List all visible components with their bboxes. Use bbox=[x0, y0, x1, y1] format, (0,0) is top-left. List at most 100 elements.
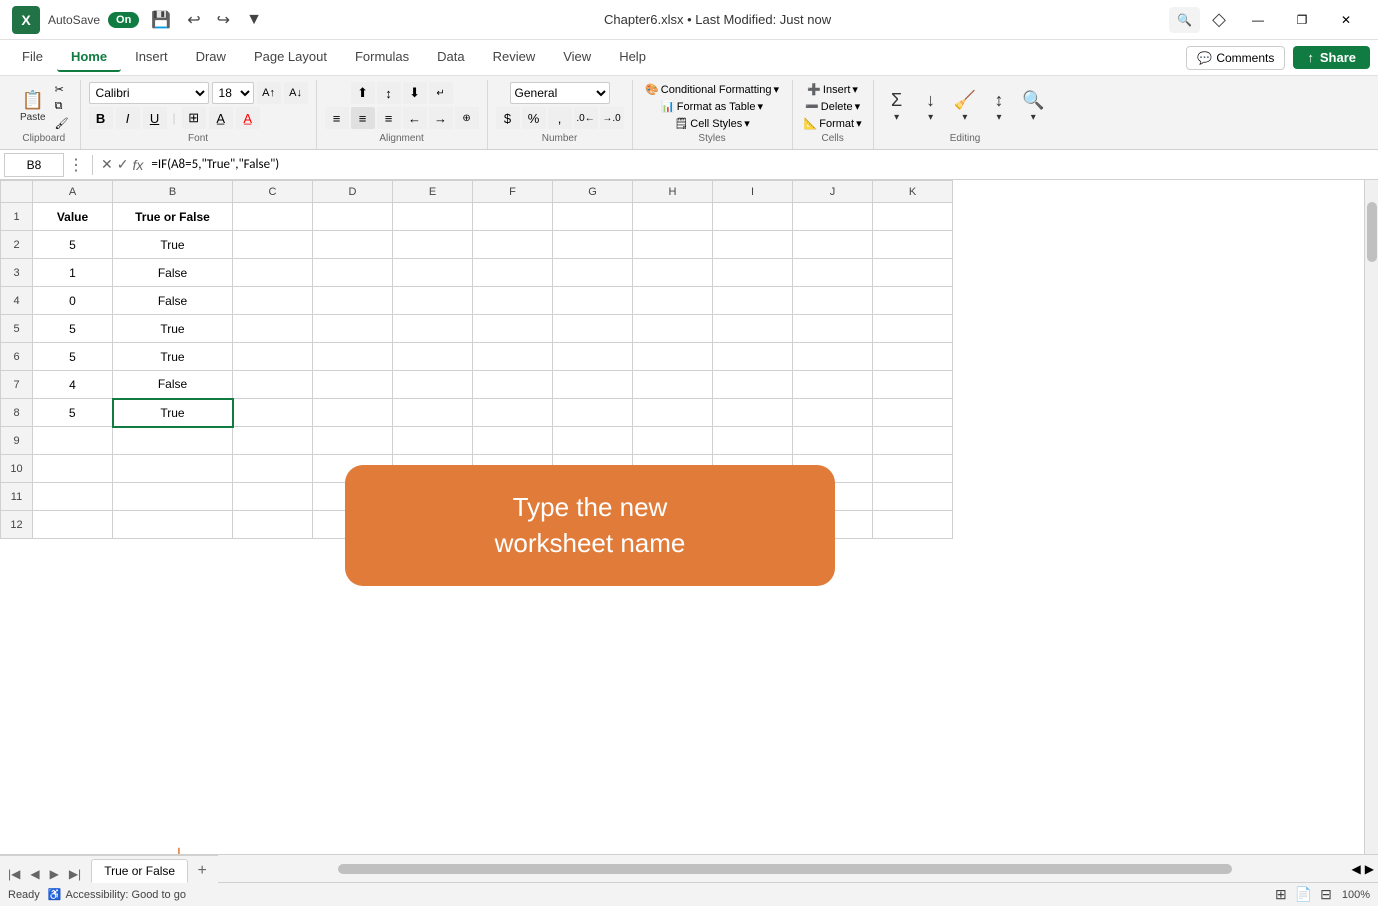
cell-K9[interactable] bbox=[873, 427, 953, 455]
italic-button[interactable]: I bbox=[116, 107, 140, 129]
insert-button[interactable]: ➕ Insert ▾ bbox=[804, 82, 861, 97]
cell-B10[interactable] bbox=[113, 455, 233, 483]
cell-D9[interactable] bbox=[313, 427, 393, 455]
fill-color-button[interactable]: A̲ bbox=[209, 107, 233, 129]
cell-C4[interactable] bbox=[233, 287, 313, 315]
accessibility-indicator[interactable]: ♿ Accessibility: Good to go bbox=[48, 888, 186, 901]
cell-A1[interactable]: Value bbox=[33, 203, 113, 231]
formula-input[interactable] bbox=[147, 153, 1374, 177]
cell-E9[interactable] bbox=[393, 427, 473, 455]
merge-button[interactable]: ⊕ bbox=[455, 107, 479, 129]
cell-K2[interactable] bbox=[873, 231, 953, 259]
share-button[interactable]: ↑ Share bbox=[1293, 46, 1370, 69]
cell-J2[interactable] bbox=[793, 231, 873, 259]
cell-B11[interactable] bbox=[113, 483, 233, 511]
row-header-3[interactable]: 3 bbox=[1, 259, 33, 287]
menu-tab-draw[interactable]: Draw bbox=[182, 43, 240, 72]
cell-G7[interactable] bbox=[553, 371, 633, 399]
cell-H5[interactable] bbox=[633, 315, 713, 343]
number-format-select[interactable]: General bbox=[510, 82, 610, 104]
sheet-next-button[interactable]: ▶ bbox=[46, 865, 63, 883]
cell-A2[interactable]: 5 bbox=[33, 231, 113, 259]
cell-F8[interactable] bbox=[473, 399, 553, 427]
cell-D6[interactable] bbox=[313, 343, 393, 371]
horizontal-scroll-area[interactable] bbox=[218, 864, 1351, 874]
menu-tab-page-layout[interactable]: Page Layout bbox=[240, 43, 341, 72]
decrease-decimal-button[interactable]: .0← bbox=[574, 107, 598, 129]
cell-J6[interactable] bbox=[793, 343, 873, 371]
cell-G3[interactable] bbox=[553, 259, 633, 287]
cell-K5[interactable] bbox=[873, 315, 953, 343]
find-select-button[interactable]: 🔍 ▾ bbox=[1018, 88, 1048, 125]
cell-H6[interactable] bbox=[633, 343, 713, 371]
align-bottom-button[interactable]: ⬇ bbox=[403, 82, 427, 104]
sort-filter-button[interactable]: ↕ ▾ bbox=[984, 88, 1014, 125]
cell-J8[interactable] bbox=[793, 399, 873, 427]
cell-E5[interactable] bbox=[393, 315, 473, 343]
scroll-left-arrow[interactable]: ◀ bbox=[1352, 862, 1361, 876]
align-middle-button[interactable]: ↕ bbox=[377, 82, 401, 104]
percent-button[interactable]: % bbox=[522, 107, 546, 129]
col-header-H[interactable]: H bbox=[633, 181, 713, 203]
cell-H10[interactable] bbox=[633, 455, 713, 483]
formula-fx-icon[interactable]: fx bbox=[132, 157, 143, 173]
col-header-D[interactable]: D bbox=[313, 181, 393, 203]
page-layout-view-icon[interactable]: 📄 bbox=[1293, 884, 1314, 905]
font-color-button[interactable]: A̲ bbox=[236, 107, 260, 129]
cell-A11[interactable] bbox=[33, 483, 113, 511]
comma-button[interactable]: , bbox=[548, 107, 572, 129]
cell-A8[interactable]: 5 bbox=[33, 399, 113, 427]
cell-D1[interactable] bbox=[313, 203, 393, 231]
cell-C2[interactable] bbox=[233, 231, 313, 259]
font-size-select[interactable]: 18 bbox=[212, 82, 254, 104]
add-sheet-button[interactable]: + bbox=[190, 859, 214, 883]
cell-E12[interactable] bbox=[393, 511, 473, 539]
currency-button[interactable]: $ bbox=[496, 107, 520, 129]
cell-I8[interactable] bbox=[713, 399, 793, 427]
sheet-first-button[interactable]: |◀ bbox=[4, 865, 24, 883]
cell-K11[interactable] bbox=[873, 483, 953, 511]
cell-K8[interactable] bbox=[873, 399, 953, 427]
cell-F12[interactable] bbox=[473, 511, 553, 539]
row-header-7[interactable]: 7 bbox=[1, 371, 33, 399]
sheet-last-button[interactable]: ▶| bbox=[65, 865, 85, 883]
cell-H1[interactable] bbox=[633, 203, 713, 231]
cell-J10[interactable] bbox=[793, 455, 873, 483]
cell-A6[interactable]: 5 bbox=[33, 343, 113, 371]
cell-reference-box[interactable] bbox=[4, 153, 64, 177]
minimize-button[interactable]: — bbox=[1238, 5, 1278, 35]
cell-G9[interactable] bbox=[553, 427, 633, 455]
copy-button[interactable]: ⧉ bbox=[52, 99, 72, 114]
cell-J5[interactable] bbox=[793, 315, 873, 343]
row-header-11[interactable]: 11 bbox=[1, 483, 33, 511]
cell-H3[interactable] bbox=[633, 259, 713, 287]
cell-A9[interactable] bbox=[33, 427, 113, 455]
cell-F6[interactable] bbox=[473, 343, 553, 371]
cell-E2[interactable] bbox=[393, 231, 473, 259]
cell-A5[interactable]: 5 bbox=[33, 315, 113, 343]
cell-K12[interactable] bbox=[873, 511, 953, 539]
cell-K10[interactable] bbox=[873, 455, 953, 483]
paste-button[interactable]: 📋 Paste bbox=[16, 88, 50, 125]
col-header-E[interactable]: E bbox=[393, 181, 473, 203]
row-header-8[interactable]: 8 bbox=[1, 399, 33, 427]
cell-K6[interactable] bbox=[873, 343, 953, 371]
formula-bar-more-icon[interactable]: ⋮ bbox=[68, 155, 84, 175]
underline-button[interactable]: U bbox=[143, 107, 167, 129]
cell-B8[interactable]: True bbox=[113, 399, 233, 427]
cell-C3[interactable] bbox=[233, 259, 313, 287]
cell-E11[interactable] bbox=[393, 483, 473, 511]
clear-button[interactable]: 🧹 ▾ bbox=[950, 88, 980, 125]
cell-G4[interactable] bbox=[553, 287, 633, 315]
customize-icon[interactable]: ▼ bbox=[242, 9, 266, 31]
cell-B5[interactable]: True bbox=[113, 315, 233, 343]
align-right-button[interactable]: ≡ bbox=[377, 107, 401, 129]
border-button[interactable]: ⊞ bbox=[182, 107, 206, 129]
row-header-12[interactable]: 12 bbox=[1, 511, 33, 539]
menu-tab-help[interactable]: Help bbox=[605, 43, 660, 72]
menu-tab-view[interactable]: View bbox=[549, 43, 605, 72]
undo-icon[interactable]: ↩ bbox=[183, 8, 204, 32]
cell-A12[interactable] bbox=[33, 511, 113, 539]
cell-I4[interactable] bbox=[713, 287, 793, 315]
align-left-button[interactable]: ≡ bbox=[325, 107, 349, 129]
